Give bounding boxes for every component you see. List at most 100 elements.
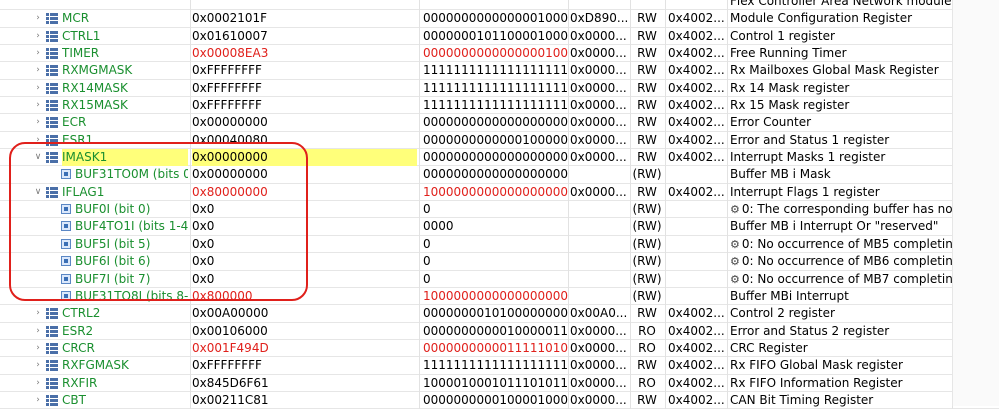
hex-value[interactable]: 0x00106000 <box>192 323 417 340</box>
reset-value: 0x0000... <box>570 358 627 373</box>
binary-value: 00000000000100000110... <box>423 323 568 338</box>
hex-value[interactable]: 0x00000000 <box>192 114 417 131</box>
scrollbar-area[interactable] <box>952 0 999 406</box>
chevron-right-icon[interactable]: › <box>33 80 43 97</box>
chevron-right-icon[interactable]: › <box>33 323 43 340</box>
hex-value[interactable]: 0x0 <box>192 271 417 288</box>
chevron-right-icon[interactable]: › <box>33 10 43 27</box>
chevron-down-icon[interactable]: ∨ <box>33 184 43 201</box>
address: 0x4002... <box>668 80 725 95</box>
chevron-right-icon[interactable]: › <box>33 357 43 374</box>
field-row[interactable]: BUF4TO1I (bits 1-4) 0x0 0000 (RW) Buffer MB … <box>0 218 999 236</box>
chevron-right-icon[interactable]: › <box>33 340 43 357</box>
description-text: Rx FIFO Global Mask register <box>730 358 903 373</box>
field-row[interactable]: BUF31TO8I (bits 8-31) 0x800000 10000000000… <box>0 288 999 306</box>
description: Rx 14 Mask register <box>730 80 952 97</box>
hex-value[interactable]: 0xFFFFFFFF <box>192 62 417 79</box>
register-icon <box>46 342 58 354</box>
address: 0x4002... <box>668 392 725 407</box>
gear-icon: ⚙ <box>730 237 740 251</box>
register-row[interactable]: ›CRCR0x001F494D00000000000111110100...0x… <box>0 340 999 358</box>
binary-value: 0 <box>423 202 431 217</box>
field-row[interactable]: BUF31TO0M (bits 0-31) 0x00000000 000000000… <box>0 166 999 184</box>
hex-value[interactable]: 0x0 <box>192 253 417 270</box>
reset-value: 0x00A0... <box>570 306 628 321</box>
hex-value[interactable]: 0x0002101F <box>192 10 417 27</box>
table-row[interactable]: Flex Controller Area Network module <box>0 0 999 11</box>
hex-value[interactable]: 0x00008EA3 <box>192 45 417 62</box>
field-row[interactable]: BUF7I (bit 7) 0x0 0 (RW) ⚙ 0: No occurrence o… <box>0 271 999 288</box>
description-text: CRC Register <box>730 340 808 355</box>
register-row[interactable]: › ECR 0x00000000 00000000000000000000...0x0… <box>0 114 999 132</box>
chevron-right-icon[interactable]: › <box>33 375 43 392</box>
reset-value: 0xD890... <box>570 11 629 26</box>
register-row[interactable]: ›RXFIR0x845D6F6110000100010111010110...0… <box>0 375 999 392</box>
description-text: 0: No occurrence of MB6 completin... <box>741 254 952 269</box>
reset-value <box>570 271 630 288</box>
register-row[interactable]: ›CTRL10x0161000700000001011000010000...0… <box>0 28 999 46</box>
register-row[interactable]: › RXMGMASK 0xFFFFFFFF 11111111111111111111.… <box>0 62 999 80</box>
binary-value: 00000000000000000000... <box>423 115 568 130</box>
field-row[interactable]: BUF6I (bit 6) 0x0 0 (RW) ⚙ 0: No occurrence o… <box>0 253 999 271</box>
register-row[interactable]: ›MCR0x0002101F000000000000000100001...0x… <box>0 10 999 28</box>
hex-value[interactable]: 0xFFFFFFFF <box>192 97 417 114</box>
hex-value[interactable]: 0x80000000 <box>192 184 417 201</box>
hex-value[interactable]: 0x00000000 <box>192 166 417 183</box>
register-row[interactable]: ›CTRL20x00A0000000000000101000000000...0… <box>0 305 999 323</box>
hex-value[interactable]: 0x0 <box>192 236 417 253</box>
hex-value[interactable]: 0xFFFFFFFF <box>192 80 417 97</box>
access-mode: RW <box>637 150 657 165</box>
address: 0x4002... <box>668 184 725 199</box>
description-text: Error Counter <box>730 115 812 130</box>
hex-value[interactable]: 0x00211C81 <box>192 392 417 409</box>
register-name: MCR <box>62 11 90 26</box>
hex-value[interactable]: 0x01610007 <box>192 28 417 45</box>
hex-value[interactable]: 0x00000000 <box>192 149 417 167</box>
chevron-right-icon[interactable]: › <box>33 392 43 409</box>
chevron-right-icon[interactable]: › <box>33 97 43 114</box>
register-row[interactable]: › RX15MASK 0xFFFFFFFF 11111111111111111111.… <box>0 97 999 115</box>
description: Rx FIFO Information Register <box>730 375 952 392</box>
description-text: Buffer MB i Interrupt Or "reserved" <box>730 219 939 234</box>
hex-value[interactable]: 0x0 <box>192 218 417 235</box>
hex-value[interactable]: 0x001F494D <box>192 340 417 357</box>
register-row[interactable]: ›ESR10x0004008000000000000001000000...0x… <box>0 132 999 150</box>
register-row[interactable]: › RXFGMASK 0xFFFFFFFF 11111111111111111111.… <box>0 357 999 375</box>
register-icon <box>46 152 58 164</box>
register-name: RXFIR <box>62 375 98 390</box>
register-row[interactable]: ∨ IFLAG1 0x80000000 10000000000000000000...… <box>0 184 999 202</box>
register-row[interactable]: › CBT 0x00211C81 00000000001000010001...0x0… <box>0 392 999 409</box>
chevron-right-icon[interactable]: › <box>33 305 43 322</box>
access-mode: (RW) <box>632 271 662 286</box>
chevron-right-icon[interactable]: › <box>33 114 43 131</box>
description-text: 0: The corresponding buffer has no ... <box>741 202 952 217</box>
hex-value[interactable]: 0x845D6F61 <box>192 375 417 392</box>
hex-value[interactable]: 0x00A00000 <box>192 305 417 322</box>
reset-value: 0x0000... <box>570 132 627 147</box>
reset-value: 0x0000... <box>570 63 627 78</box>
register-icon <box>46 48 58 60</box>
field-name: BUF4TO1I (bits 1-4) <box>75 219 188 234</box>
description-text: Buffer MB i Mask <box>730 167 831 182</box>
hex-value[interactable]: 0xFFFFFFFF <box>192 357 417 374</box>
binary-value: 00000000001000010001... <box>423 392 568 407</box>
chevron-right-icon[interactable]: › <box>33 132 43 149</box>
address: 0x4002... <box>668 375 725 390</box>
hex-value[interactable]: 0x00040080 <box>192 132 417 149</box>
hex-value[interactable]: 0x0 <box>192 201 417 218</box>
hex-value[interactable]: 0x800000 <box>192 288 417 305</box>
field-row[interactable]: BUF5I (bit 5) 0x0 0 (RW) ⚙ 0: No occurrence o… <box>0 236 999 254</box>
register-row[interactable]: › RX14MASK 0xFFFFFFFF 11111111111111111111.… <box>0 80 999 98</box>
chevron-down-icon[interactable]: ∨ <box>33 149 43 166</box>
chevron-right-icon[interactable]: › <box>33 62 43 79</box>
access-mode: RW <box>637 306 657 321</box>
description-text: Interrupt Flags 1 register <box>730 184 880 199</box>
chevron-right-icon[interactable]: › <box>33 45 43 62</box>
register-row[interactable]: ∨ IMASK10x00000000 00000000000000000000...… <box>0 149 999 167</box>
field-row[interactable]: BUF0I (bit 0) 0x0 0 (RW) ⚙ 0: The correspondi… <box>0 201 999 219</box>
register-row[interactable]: ›ESR20x0010600000000000000100000110...0x… <box>0 323 999 340</box>
reset-value: 0x0000... <box>570 98 627 113</box>
chevron-right-icon[interactable]: › <box>33 28 43 45</box>
register-row[interactable]: ›TIMER0x00008EA300000000000000001000...0… <box>0 45 999 63</box>
access-mode: (RW) <box>632 288 662 303</box>
